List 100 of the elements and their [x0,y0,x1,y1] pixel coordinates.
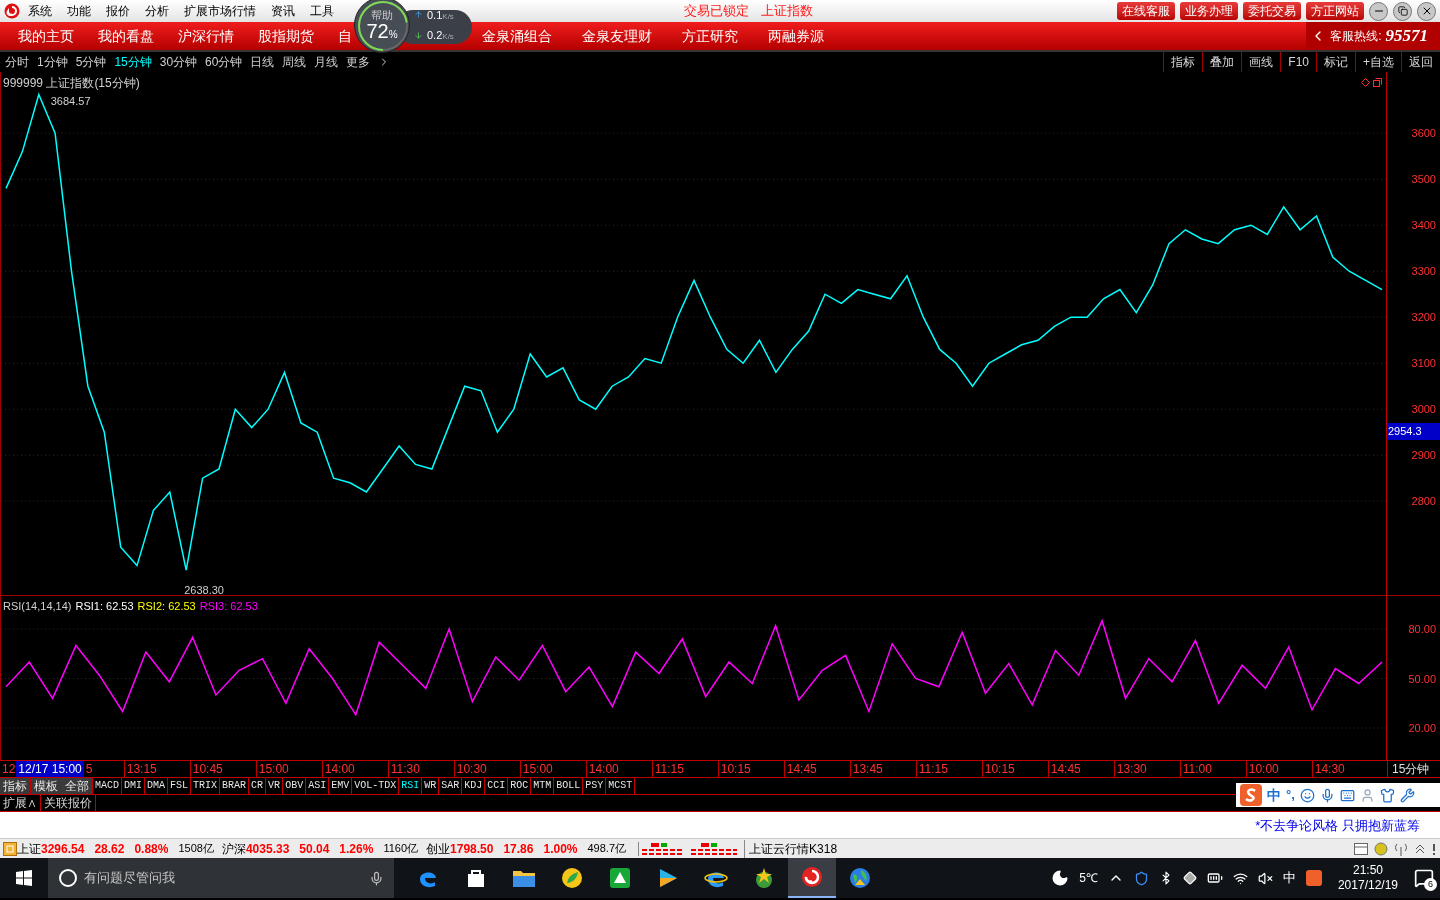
moon-icon[interactable] [1051,869,1070,887]
nav-tab[interactable]: 自 [338,25,352,47]
punctuation-mode[interactable]: °, [1286,785,1295,805]
input-language[interactable]: 中 [1282,868,1296,888]
period-tab[interactable]: 日线 [250,53,275,71]
menu-item[interactable]: 功能 [67,2,91,20]
indicator-tab[interactable]: VOL-TDX [352,778,400,794]
tool-button[interactable]: 叠加 [1202,52,1242,72]
clock[interactable]: 21:50 2017/12/19 [1331,863,1404,893]
folder-icon[interactable] [512,868,536,888]
globe-icon[interactable] [849,867,871,889]
ime-mode[interactable]: 中 [1267,784,1281,806]
indicator-tab[interactable]: MACD [93,778,122,794]
indicator-tab[interactable]: TRIX [191,778,221,794]
leaf-app-icon[interactable] [561,867,583,889]
indicator-tab[interactable]: DMI [122,778,146,794]
tool-button[interactable]: +自选 [1355,52,1401,72]
indicator-tab[interactable]: BOLL [554,778,584,794]
indicator-tab[interactable]: 指标 [0,778,31,794]
swirl-icon[interactable] [801,866,823,888]
tool-button[interactable]: 标记 [1316,52,1355,72]
menu-item[interactable]: 资讯 [271,2,295,20]
period-tab[interactable]: 1分钟 [37,53,68,71]
coin-icon[interactable] [1374,841,1388,856]
nav-tab[interactable]: 我的主页 [18,25,74,47]
indicator-tab[interactable]: PSY [583,778,607,794]
antenna-icon[interactable] [1394,841,1408,856]
period-tab[interactable]: 15分钟 [114,53,152,71]
indicator-tab[interactable]: CCI [485,778,509,794]
period-tab[interactable]: 60分钟 [205,53,243,71]
window-icon[interactable] [1373,78,1382,87]
tool-button[interactable]: 指标 [1163,52,1203,72]
indicator-tab[interactable]: VR [266,778,284,794]
period-tab[interactable]: 分时 [5,53,29,71]
triangle-app-icon[interactable] [609,867,631,889]
menu-item[interactable]: 工具 [310,2,334,20]
windows-start-icon[interactable] [16,870,32,886]
header-button[interactable]: 委托交易 [1243,2,1301,20]
battery-icon[interactable] [1206,870,1223,886]
period-tab[interactable]: 更多 [346,53,371,71]
taskbar-app[interactable] [788,858,836,898]
menu-item[interactable]: 报价 [106,2,130,20]
emoji-icon[interactable] [1299,787,1315,803]
header-button[interactable]: 在线客服 [1117,2,1175,20]
indicator-tab[interactable]: 全部 [62,778,93,794]
nav-tab[interactable]: 我的看盘 [98,25,154,47]
indicator-tab[interactable]: SAR [439,778,463,794]
period-tab[interactable]: 月线 [314,53,339,71]
play-icon[interactable] [657,867,679,889]
sogou-logo-icon[interactable] [1240,784,1262,806]
restore-button[interactable] [1393,1,1412,21]
tool-button[interactable]: F10 [1280,52,1316,72]
nav-tab[interactable]: 股指期货 [258,25,314,47]
indicator-tab[interactable]: MTM [531,778,555,794]
indicator-tab[interactable]: CR [249,778,267,794]
wifi-icon[interactable] [1232,870,1248,886]
indicator-tab[interactable]: OBV [283,778,307,794]
exclamation-icon[interactable] [1432,841,1436,856]
search-field[interactable]: 有问题尽管问我 [48,858,394,898]
shirt-icon[interactable] [1379,787,1395,803]
shield-icon[interactable] [1133,870,1149,886]
menu-item[interactable]: 系统 [28,2,52,20]
indicator-tab[interactable]: ASI [306,778,330,794]
indicator-tab[interactable]: WR [422,778,440,794]
nav-tab[interactable]: 金泉涌组合 [482,25,552,47]
slogan-link[interactable]: *不去争论风格 只拥抱新蓝筹 [1255,815,1420,835]
indicator-tab[interactable]: EMV [329,778,353,794]
microphone-icon[interactable] [369,870,384,886]
tool-button[interactable]: 返回 [1401,52,1440,72]
star-app-icon[interactable] [753,867,775,889]
indicator-tab[interactable]: FSL [168,778,192,794]
shopping-bag-icon[interactable] [465,867,487,889]
period-tab[interactable]: 周线 [282,53,307,71]
close-button[interactable] [1417,1,1436,21]
weather-text[interactable]: 5℃ [1079,869,1098,887]
indicator-tab[interactable]: 模板 [31,778,62,794]
extra-tab[interactable]: 关联报价 [41,795,96,811]
wrench-icon[interactable] [1399,787,1415,803]
indicator-tab[interactable]: MCST [606,778,636,794]
minimize-button[interactable] [1369,1,1388,21]
header-button[interactable]: 方正网站 [1306,2,1364,20]
nav-tab[interactable]: 方正研究 [682,25,738,47]
extra-tab[interactable]: 扩展∧ [0,795,41,811]
microphone-icon[interactable] [1319,787,1335,803]
menu-item[interactable]: 分析 [145,2,169,20]
nav-tab[interactable]: 沪深行情 [178,25,234,47]
square-icon[interactable] [3,841,17,856]
sogou-tray-icon[interactable] [1305,870,1322,886]
header-button[interactable]: 业务办理 [1180,2,1238,20]
indicator-tab[interactable]: RSI [399,778,423,794]
indicator-tab[interactable]: ROC [508,778,532,794]
period-tab[interactable]: 30分钟 [159,53,198,71]
panel-icon[interactable] [1354,842,1368,855]
indicator-tab[interactable]: DMA [145,778,169,794]
keyboard-icon[interactable] [1339,787,1355,803]
tool-button[interactable]: 画线 [1241,52,1281,72]
menu-item[interactable]: 扩展市场行情 [184,2,256,20]
period-tab[interactable]: 5分钟 [75,53,107,71]
nav-tab[interactable]: 金泉友理财 [582,25,652,47]
speaker-muted-icon[interactable] [1257,870,1273,886]
